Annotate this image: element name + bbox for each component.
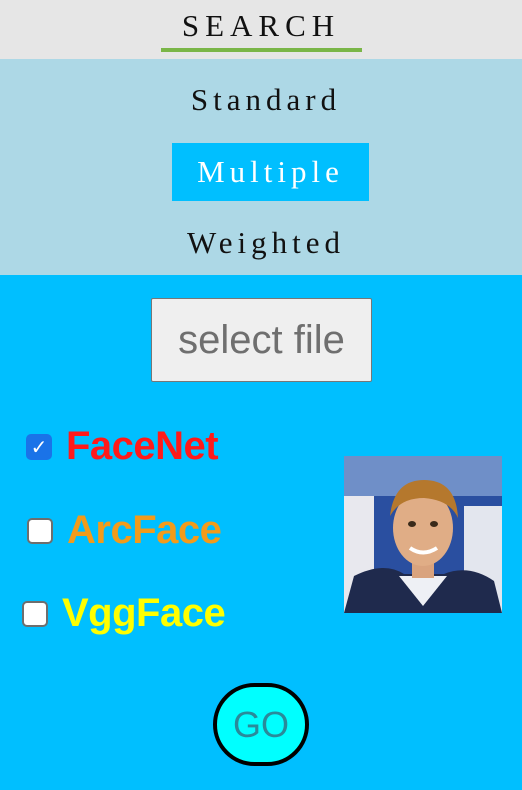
- select-file-button[interactable]: select file: [151, 298, 372, 382]
- arcface-checkbox[interactable]: [27, 517, 53, 544]
- mode-multiple[interactable]: Multiple: [172, 143, 369, 201]
- face-photo-icon: [344, 456, 502, 613]
- facenet-checkbox[interactable]: ✓: [26, 433, 52, 460]
- vggface-checkbox[interactable]: [22, 600, 48, 627]
- mode-weighted[interactable]: Weighted: [166, 225, 366, 261]
- model-option-vggface[interactable]: VggFace: [22, 591, 226, 636]
- facenet-label[interactable]: FaceNet: [66, 424, 219, 469]
- mode-standard[interactable]: Standard: [171, 82, 361, 118]
- model-option-facenet[interactable]: ✓ FaceNet: [26, 424, 219, 469]
- page-title: SEARCH: [181, 8, 341, 43]
- model-option-arcface[interactable]: ArcFace: [27, 508, 222, 553]
- search-mode-menu: Standard Multiple Weighted: [0, 59, 522, 275]
- header-bar: SEARCH: [0, 0, 522, 59]
- go-button[interactable]: GO: [213, 683, 309, 766]
- title-underline: [161, 48, 362, 52]
- arcface-label[interactable]: ArcFace: [67, 508, 222, 553]
- query-face-image: [344, 456, 502, 613]
- vggface-label[interactable]: VggFace: [62, 591, 226, 636]
- checkmark-icon: ✓: [30, 434, 48, 459]
